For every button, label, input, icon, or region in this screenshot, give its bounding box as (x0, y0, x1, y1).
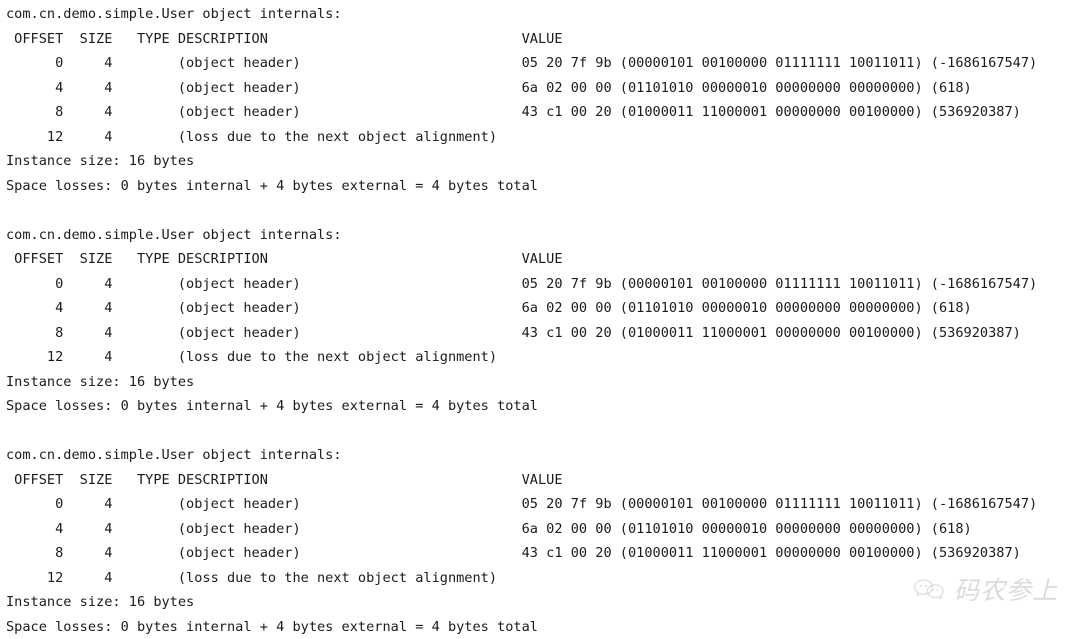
table-header: OFFSET SIZE TYPE DESCRIPTION VALUE (6, 247, 1080, 272)
block-title: com.cn.demo.simple.User object internals… (6, 2, 1080, 27)
table-row: 0 4 (object header) 05 20 7f 9b (0000010… (6, 492, 1080, 517)
blank-separator (6, 198, 1080, 223)
table-row: 8 4 (object header) 43 c1 00 20 (0100001… (6, 321, 1080, 346)
block-title: com.cn.demo.simple.User object internals… (6, 443, 1080, 468)
jol-object-block: com.cn.demo.simple.User object internals… (6, 2, 1080, 223)
block-title: com.cn.demo.simple.User object internals… (6, 223, 1080, 248)
table-row: 8 4 (object header) 43 c1 00 20 (0100001… (6, 541, 1080, 566)
instance-size-line: Instance size: 16 bytes (6, 370, 1080, 395)
table-row: 12 4 (loss due to the next object alignm… (6, 125, 1080, 150)
table-row: 12 4 (loss due to the next object alignm… (6, 566, 1080, 591)
console-output: com.cn.demo.simple.User object internals… (0, 0, 1080, 627)
table-row: 12 4 (loss due to the next object alignm… (6, 345, 1080, 370)
space-losses-line: Space losses: 0 bytes internal + 4 bytes… (6, 174, 1080, 199)
table-row: 8 4 (object header) 43 c1 00 20 (0100001… (6, 100, 1080, 125)
table-row: 4 4 (object header) 6a 02 00 00 (0110101… (6, 517, 1080, 542)
jol-object-block: com.cn.demo.simple.User object internals… (6, 443, 1080, 639)
instance-size-line: Instance size: 16 bytes (6, 590, 1080, 615)
table-row: 0 4 (object header) 05 20 7f 9b (0000010… (6, 51, 1080, 76)
table-header: OFFSET SIZE TYPE DESCRIPTION VALUE (6, 468, 1080, 493)
space-losses-line: Space losses: 0 bytes internal + 4 bytes… (6, 394, 1080, 419)
table-row: 0 4 (object header) 05 20 7f 9b (0000010… (6, 272, 1080, 297)
jol-object-block: com.cn.demo.simple.User object internals… (6, 223, 1080, 444)
table-row: 4 4 (object header) 6a 02 00 00 (0110101… (6, 296, 1080, 321)
table-row: 4 4 (object header) 6a 02 00 00 (0110101… (6, 76, 1080, 101)
table-header: OFFSET SIZE TYPE DESCRIPTION VALUE (6, 27, 1080, 52)
instance-size-line: Instance size: 16 bytes (6, 149, 1080, 174)
blank-separator (6, 419, 1080, 444)
